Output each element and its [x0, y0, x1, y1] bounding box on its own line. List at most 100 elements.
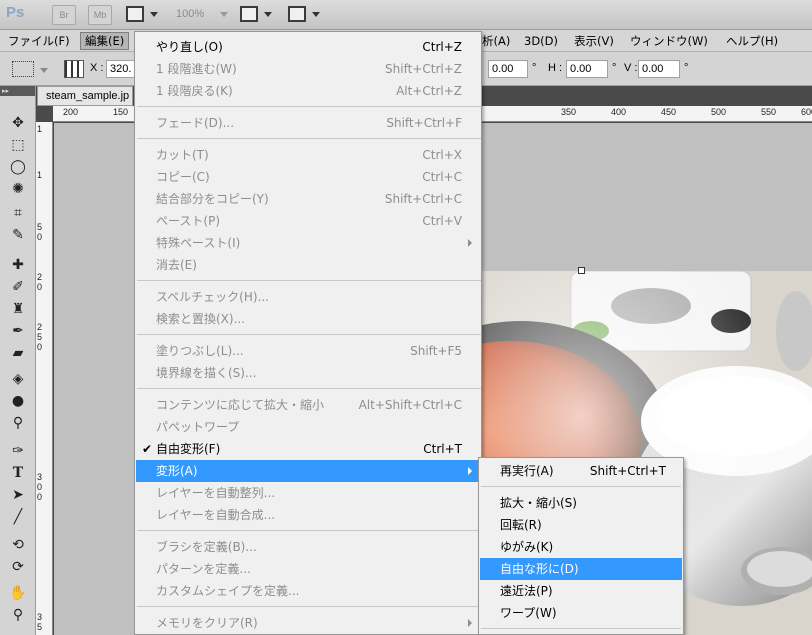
- history-brush-icon[interactable]: ✒: [8, 322, 28, 340]
- submenu-item-warp[interactable]: ワープ(W): [480, 602, 682, 624]
- transform-handle[interactable]: [578, 267, 585, 274]
- menu-item-define-shape[interactable]: カスタムシェイプを定義...: [136, 580, 480, 602]
- quick-selection-icon[interactable]: ✺: [8, 180, 28, 198]
- menu-edit[interactable]: 編集(E): [80, 32, 130, 50]
- ruler-tick-label: 600: [801, 107, 812, 117]
- menu-item-puppet-warp[interactable]: パペットワープ: [136, 416, 480, 438]
- pen-tool-icon[interactable]: ✑: [8, 442, 28, 460]
- menu-item-define-pattern[interactable]: パターンを定義...: [136, 558, 480, 580]
- move-tool-icon[interactable]: ✥: [8, 114, 28, 132]
- mini-bridge-button[interactable]: Mb: [88, 5, 112, 25]
- paint-bucket-icon[interactable]: ◈: [8, 370, 28, 388]
- menu-item-content-aware-scale[interactable]: コンテンツに応じて拡大・縮小 Alt+Shift+Ctrl+C: [136, 394, 480, 416]
- menu-item-free-transform[interactable]: ✔ 自由変形(F) Ctrl+T: [136, 438, 480, 460]
- marquee-tool-icon[interactable]: ⬚: [8, 136, 28, 154]
- menu-item-clear[interactable]: 消去(E): [136, 254, 480, 276]
- angle-input[interactable]: 0.00: [488, 60, 528, 78]
- menu-file[interactable]: ファイル(F): [4, 32, 74, 50]
- menu-item-find-replace[interactable]: 検索と置換(X)...: [136, 308, 480, 330]
- menu-3d[interactable]: 3D(D): [520, 32, 562, 50]
- menu-window[interactable]: ウィンドウ(W): [626, 32, 712, 50]
- type-tool-icon[interactable]: T: [8, 464, 28, 482]
- menu-item-label: パペットワープ: [156, 420, 240, 434]
- x-input[interactable]: 320.: [106, 60, 136, 78]
- menu-item-shortcut: Ctrl+X: [422, 148, 462, 162]
- menu-item-fade[interactable]: フェード(D)... Shift+Ctrl+F: [136, 112, 480, 134]
- menu-item-stroke[interactable]: 境界線を描く(S)...: [136, 362, 480, 384]
- 3d-rotate-icon[interactable]: ⟲: [8, 536, 28, 554]
- menu-item-spell-check[interactable]: スペルチェック(H)...: [136, 286, 480, 308]
- eyedropper-tool-icon[interactable]: ✎: [8, 226, 28, 244]
- v-label: V :: [624, 62, 638, 74]
- menu-item-label: 遠近法(P): [500, 584, 553, 598]
- chevron-down-icon[interactable]: [40, 68, 48, 73]
- blur-tool-icon[interactable]: ●: [8, 392, 28, 410]
- menu-help[interactable]: ヘルプ(H): [722, 32, 782, 50]
- crop-tool-icon[interactable]: ⌗: [8, 204, 28, 222]
- h-input[interactable]: 0.00: [566, 60, 608, 78]
- ruler-tick-label: 500: [711, 107, 727, 117]
- line-tool-icon[interactable]: ╱: [8, 508, 28, 526]
- 3d-orbit-icon[interactable]: ⟳: [8, 558, 28, 576]
- menu-item-fill[interactable]: 塗りつぶし(L)... Shift+F5: [136, 340, 480, 362]
- submenu-item-perspective[interactable]: 遠近法(P): [480, 580, 682, 602]
- menu-separator: [137, 280, 481, 281]
- arrange-documents-icon[interactable]: [240, 6, 258, 22]
- ruler-tick-label: 1: [37, 124, 43, 134]
- eraser-tool-icon[interactable]: ▰: [8, 344, 28, 362]
- ruler-tick-label: 2: [37, 322, 43, 332]
- bridge-button[interactable]: Br: [52, 5, 76, 25]
- clone-stamp-icon[interactable]: ♜: [8, 300, 28, 318]
- menu-item-label: ペースト(P): [156, 214, 220, 228]
- menu-item-undo[interactable]: やり直し(O) Ctrl+Z: [136, 36, 480, 58]
- x-label: X :: [90, 62, 104, 74]
- dodge-tool-icon[interactable]: ⚲: [8, 414, 28, 432]
- tools-panel-header[interactable]: ▸▸: [0, 86, 35, 96]
- h-label: H :: [548, 62, 563, 74]
- chevron-down-icon[interactable]: [150, 12, 158, 17]
- transform-tool-icon[interactable]: [12, 61, 34, 77]
- menu-item-transform[interactable]: 変形(A): [136, 460, 480, 482]
- zoom-tool-icon[interactable]: ⚲: [8, 606, 28, 624]
- v-input[interactable]: 0.00: [638, 60, 680, 78]
- screen-mode-icon[interactable]: [288, 6, 306, 22]
- menu-item-shortcut: Alt+Ctrl+Z: [396, 84, 462, 98]
- submenu-item-again[interactable]: 再実行(A) Shift+Ctrl+T: [480, 460, 682, 482]
- menu-item-paste-special[interactable]: 特殊ペースト(I): [136, 232, 480, 254]
- submenu-item-distort[interactable]: 自由な形に(D): [480, 558, 682, 580]
- healing-brush-icon[interactable]: ✚: [8, 256, 28, 274]
- menu-item-step-backward[interactable]: 1 段階戻る(K) Alt+Ctrl+Z: [136, 80, 480, 102]
- path-selection-icon[interactable]: ➤: [8, 486, 28, 504]
- chevron-down-icon[interactable]: [220, 12, 228, 17]
- ruler-tick-label: 5: [37, 222, 43, 232]
- menu-item-copy[interactable]: コピー(C) Ctrl+C: [136, 166, 480, 188]
- ruler-tick-label: 550: [761, 107, 777, 117]
- menu-item-label: 検索と置換(X)...: [156, 312, 246, 326]
- menu-item-cut[interactable]: カット(T) Ctrl+X: [136, 144, 480, 166]
- menu-item-paste[interactable]: ペースト(P) Ctrl+V: [136, 210, 480, 232]
- brush-tool-icon[interactable]: ✐: [8, 278, 28, 296]
- menu-item-copy-merged[interactable]: 結合部分をコピー(Y) Shift+Ctrl+C: [136, 188, 480, 210]
- zoom-level[interactable]: 100%: [176, 8, 204, 20]
- chevron-down-icon[interactable]: [312, 12, 320, 17]
- submenu-item-skew[interactable]: ゆがみ(K): [480, 536, 682, 558]
- extras-icon[interactable]: [126, 6, 144, 22]
- chevron-down-icon[interactable]: [264, 12, 272, 17]
- menu-item-purge[interactable]: メモリをクリア(R): [136, 612, 480, 634]
- tools-panel: ▸▸ ✥ ⬚ ◯ ✺ ⌗ ✎ ✚ ✐ ♜ ✒ ▰ ◈ ● ⚲ ✑ T ➤ ╱ ⟲…: [0, 86, 36, 635]
- reference-point-icon[interactable]: [64, 60, 84, 78]
- menu-analysis[interactable]: 析(A): [478, 32, 514, 50]
- document-tab[interactable]: steam_sample.jp: [37, 86, 133, 106]
- menu-item-step-forward[interactable]: 1 段階進む(W) Shift+Ctrl+Z: [136, 58, 480, 80]
- menu-item-label: 特殊ペースト(I): [156, 236, 241, 250]
- hand-tool-icon[interactable]: ✋: [8, 584, 28, 602]
- menu-item-auto-blend[interactable]: レイヤーを自動合成...: [136, 504, 480, 526]
- menu-item-define-brush[interactable]: ブラシを定義(B)...: [136, 536, 480, 558]
- ruler-tick-label: 400: [611, 107, 627, 117]
- submenu-arrow-icon: [468, 239, 472, 247]
- lasso-tool-icon[interactable]: ◯: [8, 158, 28, 176]
- menu-item-auto-align[interactable]: レイヤーを自動整列...: [136, 482, 480, 504]
- submenu-item-rotate[interactable]: 回転(R): [480, 514, 682, 536]
- submenu-item-scale[interactable]: 拡大・縮小(S): [480, 492, 682, 514]
- menu-view[interactable]: 表示(V): [570, 32, 618, 50]
